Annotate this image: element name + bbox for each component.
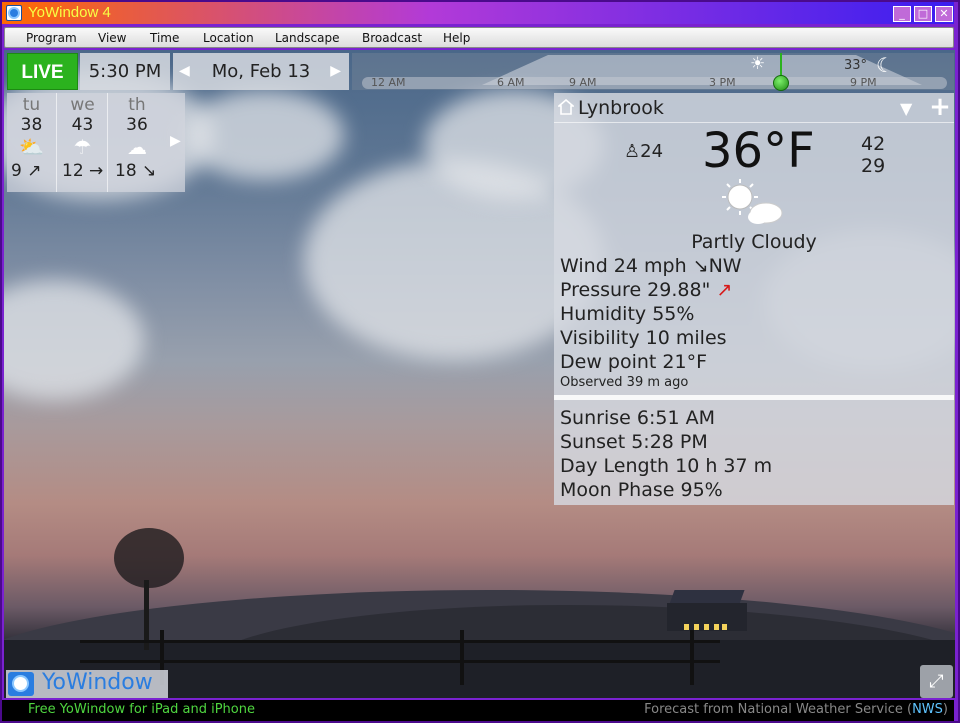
sun-cloud-icon: ☀ bbox=[750, 54, 766, 74]
tick-label: 9 PM bbox=[850, 76, 877, 89]
location-name[interactable]: Lynbrook bbox=[578, 97, 664, 119]
menu-program[interactable]: Program bbox=[26, 31, 77, 45]
status-bar: Free YoWindow for iPad and iPhone Foreca… bbox=[2, 700, 954, 721]
sunset: Sunset 5:28 PM bbox=[560, 431, 708, 453]
forecast-next-button[interactable]: ▶ bbox=[170, 133, 181, 149]
pressure-value: Pressure 29.88" bbox=[560, 279, 711, 301]
sun-cloud-icon bbox=[722, 179, 783, 224]
house-window bbox=[694, 624, 699, 630]
yowindow-brand[interactable]: YoWindow bbox=[6, 670, 168, 698]
yowindow-logo-icon bbox=[8, 672, 34, 696]
sunrise: Sunrise 6:51 AM bbox=[560, 407, 715, 429]
home-icon[interactable] bbox=[558, 99, 574, 115]
high-temp: 42 bbox=[861, 133, 886, 155]
feels-like-value: 24 bbox=[640, 141, 664, 162]
cloud bbox=[4, 280, 144, 400]
brand-name: YoWindow bbox=[42, 670, 153, 695]
menu-location[interactable]: Location bbox=[203, 31, 254, 45]
moon-icon: ☾ bbox=[876, 53, 894, 77]
cloud-icon: ☁ bbox=[127, 135, 147, 159]
house-roof bbox=[669, 590, 745, 604]
rain-cloud-icon: ☂ bbox=[73, 135, 92, 159]
forecast-wind: 12 → bbox=[62, 161, 104, 181]
nws-link[interactable]: NWS bbox=[912, 702, 943, 717]
feels-like: ♙24 bbox=[624, 141, 663, 162]
divider bbox=[554, 395, 954, 400]
pressure: Pressure 29.88" ↗ bbox=[560, 279, 732, 301]
fence-rail bbox=[80, 660, 720, 663]
time-slider[interactable]: 12 AM 6 AM 9 AM 3 PM 9 PM ☀ 33° ☾ bbox=[352, 53, 954, 91]
menu-help[interactable]: Help bbox=[443, 31, 470, 45]
forecast-day-name: th bbox=[128, 95, 146, 115]
menu-time[interactable]: Time bbox=[150, 31, 179, 45]
current-temperature: 36°F bbox=[702, 123, 815, 179]
chevron-down-icon[interactable]: ▼ bbox=[900, 99, 912, 118]
maximize-button[interactable]: □ bbox=[914, 6, 932, 22]
current-date: Mo, Feb 13 bbox=[211, 61, 311, 82]
observed-time: Observed 39 m ago bbox=[560, 375, 689, 390]
forecast-high: 43 bbox=[71, 115, 94, 135]
fence-post bbox=[690, 630, 694, 685]
forecast-day[interactable]: we 43 ☂ 12 → bbox=[58, 93, 108, 192]
high-low: 42 29 bbox=[861, 133, 885, 177]
menu-landscape[interactable]: Landscape bbox=[275, 31, 339, 45]
condition: Partly Cloudy bbox=[691, 231, 817, 253]
next-day-button[interactable]: ▶ bbox=[330, 53, 341, 90]
add-location-button[interactable]: + bbox=[926, 93, 954, 123]
title-bar: YoWindow 4 _ □ ✕ bbox=[2, 2, 954, 24]
person-icon: ♙ bbox=[624, 141, 641, 162]
day-length: Day Length 10 h 37 m bbox=[560, 455, 773, 477]
time-slider-handle[interactable] bbox=[773, 75, 789, 91]
house-window bbox=[722, 624, 727, 630]
tree bbox=[114, 528, 184, 588]
close-button[interactable]: ✕ bbox=[935, 6, 953, 22]
menu-bar: Program View Time Location Landscape Bro… bbox=[4, 27, 954, 48]
pressure-trend-icon: ↗ bbox=[716, 279, 733, 301]
forecast-high: 38 bbox=[20, 115, 43, 135]
fence-post bbox=[460, 630, 464, 685]
tick-label: 12 AM bbox=[371, 76, 406, 89]
prev-day-button[interactable]: ◀ bbox=[179, 53, 190, 90]
humidity: Humidity 55% bbox=[560, 303, 695, 325]
forecast-day-name: we bbox=[70, 95, 95, 115]
current-time[interactable]: 5:30 PM bbox=[80, 53, 170, 90]
forecast-high: 36 bbox=[126, 115, 148, 135]
forecast-day[interactable]: th 36 ☁ 18 ↘ bbox=[111, 93, 163, 192]
forecast-wind: 18 ↘ bbox=[115, 161, 157, 181]
low-temp: 29 bbox=[861, 155, 886, 177]
tick-label: 3 PM bbox=[709, 76, 736, 89]
timeline-temp: 33° bbox=[844, 58, 868, 73]
date-selector: ◀ Mo, Feb 13 ▶ bbox=[173, 53, 349, 90]
moon-phase: Moon Phase 95% bbox=[560, 479, 723, 501]
tick-label: 9 AM bbox=[569, 76, 597, 89]
source-prefix: Forecast from National Weather Service ( bbox=[644, 702, 913, 717]
forecast-panel: tu 38 ⛅ 9 ↗ we 43 ☂ 12 → th 36 ☁ 18 ↘ ▶ bbox=[7, 93, 185, 192]
menu-broadcast[interactable]: Broadcast bbox=[362, 31, 422, 45]
live-button[interactable]: LIVE bbox=[7, 53, 78, 90]
weather-panel: Lynbrook ▼ + ♙24 36°F 42 29 Partly Cloud… bbox=[554, 93, 954, 505]
house-window bbox=[704, 624, 709, 630]
minimize-button[interactable]: _ bbox=[893, 6, 911, 22]
app-icon bbox=[6, 5, 22, 21]
sun-cloud-icon: ⛅ bbox=[19, 135, 44, 159]
forecast-source: Forecast from National Weather Service (… bbox=[644, 702, 948, 717]
house-window bbox=[714, 624, 719, 630]
tick-label: 6 AM bbox=[497, 76, 525, 89]
forecast-day[interactable]: tu 38 ⛅ 9 ↗ bbox=[7, 93, 57, 192]
location-header: Lynbrook ▼ + bbox=[554, 93, 954, 123]
window-title: YoWindow 4 bbox=[28, 4, 111, 21]
source-suffix: ) bbox=[942, 702, 948, 717]
dew-point: Dew point 21°F bbox=[560, 351, 707, 373]
cloud bbox=[184, 90, 344, 180]
visibility: Visibility 10 miles bbox=[560, 327, 727, 349]
promo-link[interactable]: Free YoWindow for iPad and iPhone bbox=[28, 702, 255, 717]
wind: Wind 24 mph ↘NW bbox=[560, 255, 742, 277]
menu-view[interactable]: View bbox=[98, 31, 126, 45]
forecast-wind: 9 ↗ bbox=[11, 161, 42, 181]
fullscreen-icon[interactable]: ⤢ bbox=[920, 665, 953, 698]
fence-rail bbox=[80, 640, 720, 643]
forecast-day-name: tu bbox=[22, 95, 41, 115]
house-window bbox=[684, 624, 689, 630]
